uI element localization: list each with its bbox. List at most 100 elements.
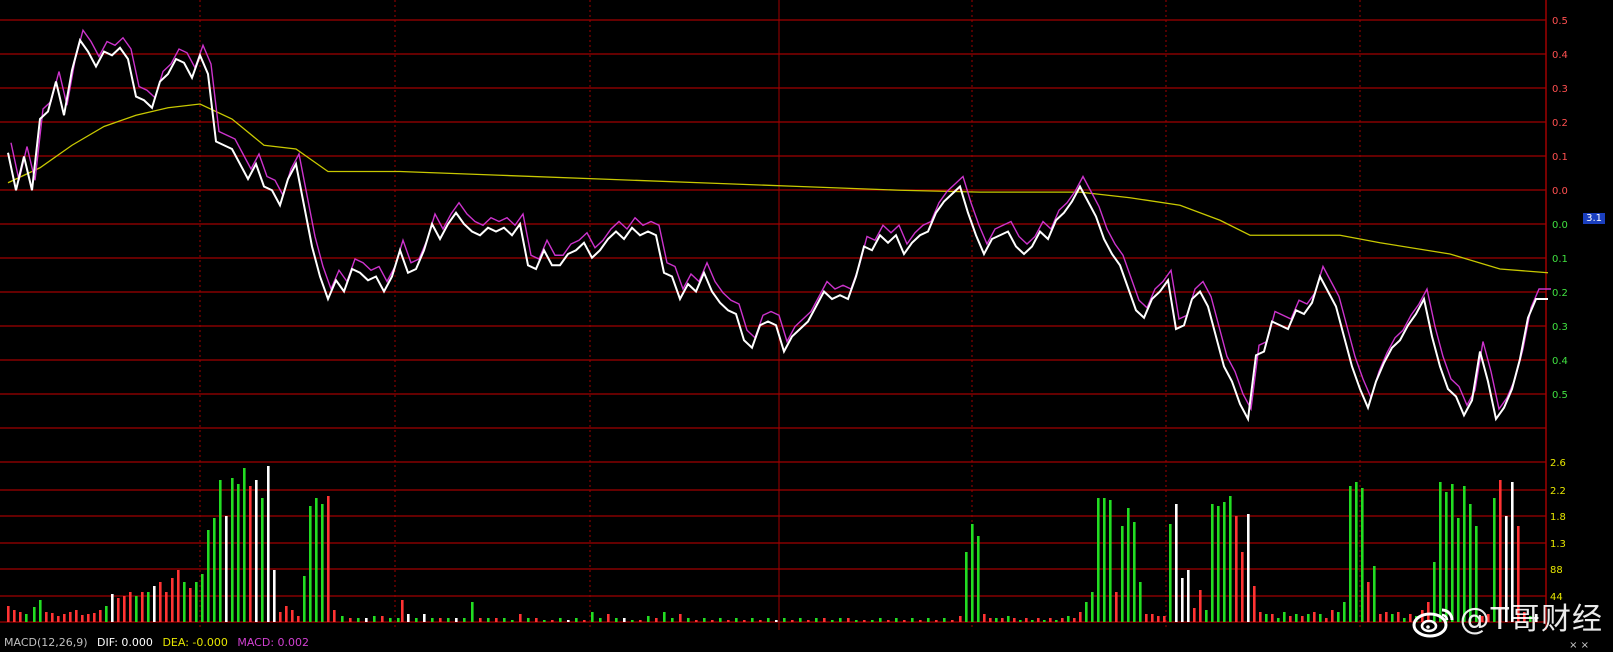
volume-bar — [1259, 612, 1262, 622]
volume-bar — [527, 618, 530, 622]
volume-bar — [995, 618, 998, 622]
intraday-chart: 0.5 0.4 0.3 0.2 0.1 0.0 0.0 0.1 0.2 0.3 0.4 0.5 2.6 2… — [0, 0, 1568, 630]
volume-bar — [401, 600, 404, 622]
price-tick-label: 0.3 — [1552, 322, 1568, 333]
volume-bar — [943, 618, 946, 622]
volume-bar — [927, 618, 930, 622]
volume-bar — [703, 618, 706, 622]
volume-bar — [599, 618, 602, 622]
volume-bar — [847, 618, 850, 622]
volume-bar — [871, 620, 874, 622]
price-tick-label: 0.3 — [1552, 84, 1568, 95]
volume-tick-label: 1.8 — [1550, 512, 1566, 523]
volume-bar — [1109, 500, 1112, 622]
volume-bar — [767, 618, 770, 622]
volume-bar — [1277, 618, 1280, 622]
volume-bar — [13, 610, 16, 622]
volume-bar — [1211, 504, 1214, 622]
volume-bar — [69, 612, 72, 622]
volume-bar — [1157, 616, 1160, 622]
volume-bar — [219, 480, 222, 622]
volume-bar — [1019, 620, 1022, 622]
volume-bar — [895, 618, 898, 622]
volume-bar — [237, 484, 240, 622]
volume-bar — [321, 504, 324, 622]
volume-bar — [463, 618, 466, 622]
volume-bar — [1121, 526, 1124, 622]
volume-bar — [123, 596, 126, 622]
volume-bar — [855, 620, 858, 622]
volume-bar — [117, 598, 120, 622]
volume-bar — [1085, 602, 1088, 622]
volume-bar — [711, 620, 714, 622]
volume-bar — [333, 610, 336, 622]
volume-bar — [735, 618, 738, 622]
volume-bar — [1097, 498, 1100, 622]
volume-bar — [511, 620, 514, 622]
volume-bar — [243, 468, 246, 622]
volume-bar — [279, 612, 282, 622]
volume-bar — [1313, 612, 1316, 622]
volume-bar — [575, 618, 578, 622]
average-price-line — [7, 103, 1549, 274]
volume-bar — [183, 582, 186, 622]
volume-bar — [695, 620, 698, 622]
volume-bar — [1349, 486, 1352, 622]
volume-bar — [615, 618, 618, 622]
volume-bar — [727, 620, 730, 622]
volume-bar — [1337, 612, 1340, 622]
volume-bar — [559, 618, 562, 622]
volume-bar — [839, 618, 842, 622]
close-icon[interactable]: × × — [1569, 640, 1589, 651]
volume-bar — [887, 620, 890, 622]
volume-bar — [663, 612, 666, 622]
volume-bar — [423, 614, 426, 622]
volume-bar — [791, 620, 794, 622]
volume-bar — [1223, 502, 1226, 622]
volume-bar — [195, 582, 198, 622]
volume-bar — [1067, 616, 1070, 622]
volume-bar — [159, 582, 162, 622]
volume-bar — [775, 620, 778, 622]
volume-bar — [1103, 498, 1106, 622]
volume-bar — [7, 606, 10, 622]
volume-bar — [141, 592, 144, 622]
volume-bar — [1049, 618, 1052, 622]
volume-bar — [503, 618, 506, 622]
volume-bar — [1283, 612, 1286, 622]
volume-bar — [1139, 582, 1142, 622]
volume-bar — [1145, 614, 1148, 622]
volume-bar — [1031, 620, 1034, 622]
volume-bar — [447, 618, 450, 622]
volume-bar — [389, 618, 392, 622]
volume-bar — [983, 614, 986, 622]
volume-bar — [743, 620, 746, 622]
volume-bar — [81, 615, 84, 622]
volume-bar — [297, 616, 300, 622]
volume-bar — [315, 498, 318, 622]
volume-bar — [1133, 522, 1136, 622]
volume-bar — [607, 614, 610, 622]
volume-bar — [1055, 620, 1058, 622]
volume-bar — [879, 618, 882, 622]
volume-bar — [249, 486, 252, 622]
volume-bar — [1193, 608, 1196, 622]
volume-bar — [719, 618, 722, 622]
volume-bar — [1271, 614, 1274, 622]
volume-bar — [303, 576, 306, 622]
price-tick-label: 0.0 — [1552, 186, 1568, 197]
volume-bar — [631, 620, 634, 622]
volume-tick-label: 1.3 — [1550, 539, 1566, 550]
price-tick-label: 0.0 — [1552, 220, 1568, 231]
volume-bar — [135, 596, 138, 622]
volume-bar — [903, 620, 906, 622]
volume-bar — [93, 613, 96, 622]
volume-bar — [1079, 612, 1082, 622]
volume-bar — [679, 614, 682, 622]
volume-bar — [225, 516, 228, 622]
volume-bar — [1379, 614, 1382, 622]
volume-bar — [1247, 514, 1250, 622]
volume-bar — [57, 616, 60, 622]
volume-bar — [671, 618, 674, 622]
volume-bar — [799, 618, 802, 622]
